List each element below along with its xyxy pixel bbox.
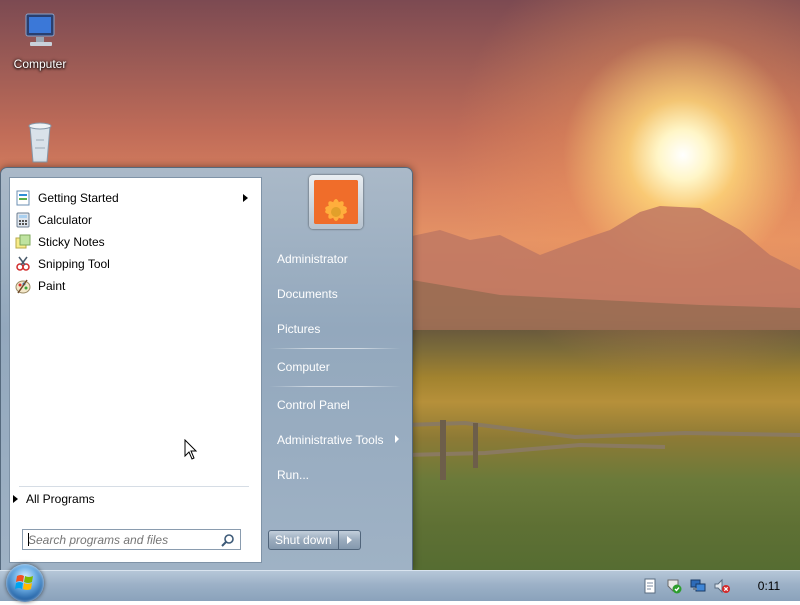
wallpaper-fence (405, 420, 800, 480)
program-item-label: Getting Started (38, 191, 119, 205)
desktop-icon-recycle-bin[interactable] (0, 120, 80, 167)
program-item-sticky-notes[interactable]: Sticky Notes (13, 232, 258, 252)
recycle-bin-icon (28, 122, 52, 163)
divider (19, 486, 249, 487)
desktop-icon-computer[interactable]: Computer (0, 8, 80, 71)
flower-user-icon (314, 180, 358, 224)
menu-item-run[interactable]: Run... (277, 468, 309, 482)
system-tray: 0:11 (642, 571, 800, 601)
program-item-label: Calculator (38, 213, 93, 227)
shutdown-options-button[interactable] (338, 530, 361, 550)
shutdown-control: Shut down (268, 530, 361, 550)
search-input[interactable] (28, 532, 214, 547)
volume-muted-icon[interactable] (714, 578, 730, 594)
divider (269, 386, 401, 387)
network-icon[interactable] (690, 578, 706, 594)
mouse-cursor-icon (184, 439, 198, 460)
program-item-label: Sticky Notes (38, 235, 105, 249)
search-box[interactable] (22, 529, 241, 550)
submenu-arrow-icon (243, 194, 248, 202)
taskbar: 0:11 (0, 570, 800, 601)
menu-item-control-panel[interactable]: Control Panel (277, 398, 350, 412)
expand-arrow-icon (13, 495, 18, 503)
program-item-snipping-tool[interactable]: Snipping Tool (13, 254, 258, 274)
menu-item-pictures[interactable]: Pictures (277, 322, 320, 336)
start-menu: Getting Started Calculator Sticky Notes … (0, 167, 413, 571)
program-item-label: Paint (38, 279, 66, 293)
sticky-notes-icon (15, 234, 31, 250)
notes-icon[interactable] (642, 578, 658, 594)
paint-icon (15, 278, 31, 294)
taskbar-clock[interactable]: 0:11 (738, 579, 800, 593)
divider (269, 348, 401, 349)
getting-started-icon (15, 190, 31, 206)
program-item-paint[interactable]: Paint (13, 276, 258, 296)
menu-item-documents[interactable]: Documents (277, 287, 338, 301)
program-item-getting-started[interactable]: Getting Started (13, 188, 258, 208)
all-programs-label: All Programs (26, 492, 95, 506)
program-item-label: Snipping Tool (38, 257, 110, 271)
text-caret (28, 533, 29, 546)
programs-pane: Getting Started Calculator Sticky Notes … (9, 177, 262, 485)
calculator-icon (15, 212, 31, 228)
snipping-tool-icon (15, 256, 31, 272)
windows-logo-icon (15, 575, 33, 590)
menu-item-administrative-tools[interactable]: Administrative Tools (277, 433, 384, 447)
computer-icon (25, 13, 55, 46)
search-icon[interactable] (221, 533, 235, 547)
shutdown-button[interactable]: Shut down (268, 530, 339, 550)
action-center-icon[interactable] (666, 578, 682, 594)
menu-item-computer[interactable]: Computer (277, 360, 330, 374)
start-button[interactable] (6, 564, 44, 602)
program-item-calculator[interactable]: Calculator (13, 210, 258, 230)
user-picture[interactable] (309, 175, 363, 229)
menu-item-administrator[interactable]: Administrator (277, 252, 348, 266)
desktop-icon-label: Computer (13, 57, 67, 71)
submenu-arrow-icon (395, 435, 399, 443)
all-programs-button[interactable]: All Programs (13, 492, 95, 506)
